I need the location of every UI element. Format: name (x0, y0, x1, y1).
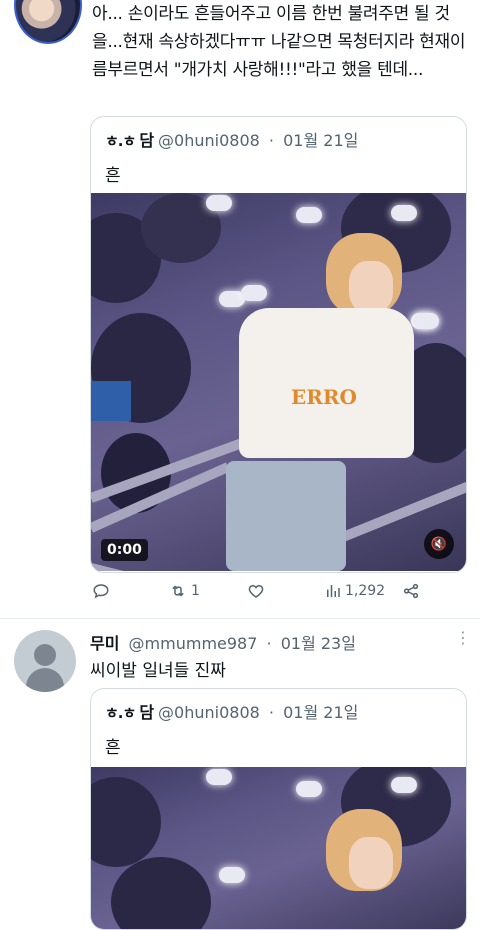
quoted-author-avatar: ㅎ.ㅎ (105, 704, 136, 722)
video-time-badge: 0:00 (101, 539, 148, 561)
quoted-tweet-header: ㅎ.ㅎ 담 @0huni0808 · 01월 21일 (105, 699, 358, 723)
like-button[interactable] (247, 582, 265, 600)
quoted-author-handle: @0huni0808 (158, 131, 260, 150)
tweet-text: 아... 손이라도 흔들어주고 이름 한번 불려주면 될 것을...현재 속상하… (92, 4, 466, 80)
share-icon (403, 583, 419, 599)
mute-icon: 🔇 (430, 536, 448, 552)
quoted-tweet-date: 01월 21일 (283, 131, 359, 150)
reply-icon (93, 584, 109, 599)
avatar[interactable] (14, 0, 82, 44)
views-counter[interactable]: 1,292 (324, 582, 385, 600)
retweet-icon (172, 585, 184, 597)
quoted-tweet-text: 흔 (105, 738, 121, 758)
more-icon[interactable]: ⋮ (455, 628, 471, 647)
quoted-tweet-text: 흔 (105, 166, 121, 186)
heart-icon (248, 584, 264, 598)
video-player[interactable] (91, 767, 466, 929)
separator-dot: · (268, 703, 274, 722)
bar-chart-icon (327, 585, 340, 597)
quoted-author-avatar: ㅎ.ㅎ (105, 132, 136, 150)
mute-button[interactable]: 🔇 (424, 529, 454, 559)
author-name[interactable]: 무미 (90, 634, 119, 653)
quoted-tweet-card[interactable]: ㅎ.ㅎ 담 @0huni0808 · 01월 21일 흔 (90, 688, 467, 930)
reply-button[interactable] (92, 582, 110, 600)
shirt-print: ERRO (291, 385, 357, 409)
tweet-text: 씨이발 일녀들 진짜 (90, 661, 226, 681)
quoted-tweet-card[interactable]: ㅎ.ㅎ 담 @0huni0808 · 01월 21일 흔 ERRO 0:00 🔇 (90, 116, 467, 573)
quoted-author-name: 담 (139, 703, 155, 722)
quoted-tweet-header: ㅎ.ㅎ 담 @0huni0808 · 01월 21일 (105, 127, 358, 151)
separator-dot: · (266, 634, 272, 653)
retweet-count: 1 (191, 583, 200, 599)
tweet-actions: 1 1,292 (90, 580, 470, 606)
author-handle[interactable]: @mmumme987 (129, 634, 258, 653)
retweet-button[interactable]: 1 (168, 582, 200, 600)
views-count: 1,292 (345, 583, 386, 599)
share-button[interactable] (402, 582, 420, 600)
quoted-tweet-date: 01월 21일 (283, 703, 359, 722)
video-player[interactable]: ERRO 0:00 🔇 (91, 193, 466, 571)
separator-dot: · (268, 131, 274, 150)
quoted-author-name: 담 (139, 131, 155, 150)
quoted-author-handle: @0huni0808 (158, 703, 260, 722)
tweet-date[interactable]: 01월 23일 (281, 634, 356, 653)
default-avatar[interactable] (14, 630, 76, 692)
tweet-header: 무미 @mmumme987 · 01월 23일 (90, 630, 356, 654)
divider (0, 618, 480, 619)
